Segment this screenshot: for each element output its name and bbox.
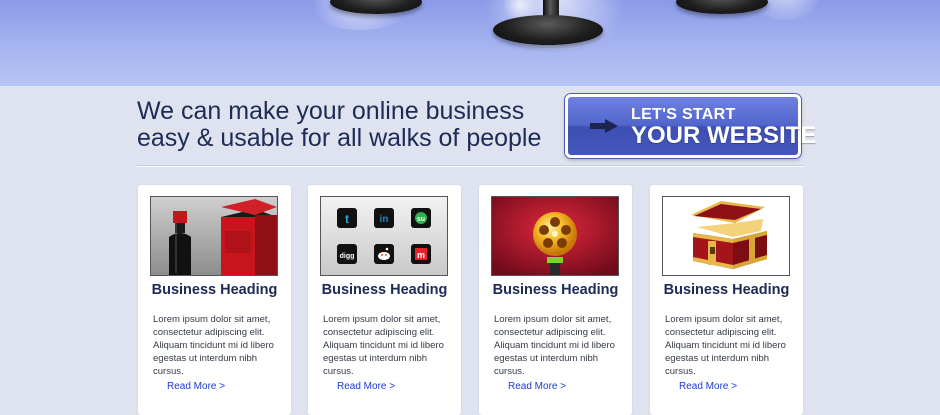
feature-card: t in su digg m Business Heading Lorem ip… (308, 185, 461, 415)
svg-text:su: su (417, 216, 425, 223)
svg-text:digg: digg (340, 253, 355, 260)
pedestal-center (493, 15, 603, 45)
card-body: Lorem ipsum dolor sit amet, consectetur … (323, 314, 444, 377)
read-more-link[interactable]: Read More > (337, 381, 395, 392)
card-heading: Business Heading (321, 282, 448, 298)
linkedin-icon: in (374, 208, 394, 228)
tagline: We can make your online business easy & … (137, 98, 557, 152)
card-image-film-reel-robot (491, 196, 619, 276)
svg-text:m: m (417, 250, 425, 260)
read-more-link[interactable]: Read More > (508, 381, 566, 392)
start-website-button[interactable]: LET'S START YOUR WEBSITE (565, 94, 816, 158)
svg-text:in: in (380, 214, 389, 225)
arrow-right-icon (590, 119, 618, 133)
card-body: Lorem ipsum dolor sit amet, consectetur … (494, 314, 615, 377)
digg-icon: digg (337, 244, 357, 264)
stumbleupon-icon: su (411, 208, 431, 228)
hero-banner (0, 0, 940, 86)
card-body: Lorem ipsum dolor sit amet, consectetur … (665, 314, 786, 377)
card-heading: Business Heading (663, 282, 790, 298)
read-more-link[interactable]: Read More > (679, 381, 737, 392)
card-heading: Business Heading (492, 282, 619, 298)
feature-card: Business Heading Lorem ipsum dolor sit a… (479, 185, 632, 415)
card-image-treasure-chest (662, 196, 790, 276)
svg-text:t: t (345, 212, 349, 226)
tagline-line-1: We can make your online business (137, 97, 525, 125)
twitter-icon: t (337, 208, 357, 228)
feature-card: Business Heading Lorem ipsum dolor sit a… (138, 185, 291, 415)
card-image-social-icons: t in su digg m (320, 196, 448, 276)
feature-card: Business Heading Lorem ipsum dolor sit a… (650, 185, 803, 415)
cta-line-2: YOUR WEBSITE (631, 122, 817, 149)
tagline-line-2: easy & usable for all walks of people (137, 124, 542, 152)
card-body: Lorem ipsum dolor sit amet, consectetur … (153, 314, 274, 377)
mixx-icon: m (411, 244, 431, 264)
card-heading: Business Heading (151, 282, 278, 298)
card-image-wine-bottle (150, 196, 278, 276)
reddit-icon (374, 244, 394, 264)
read-more-link[interactable]: Read More > (167, 381, 225, 392)
pedestal-right (676, 0, 768, 14)
section-divider (137, 166, 803, 167)
